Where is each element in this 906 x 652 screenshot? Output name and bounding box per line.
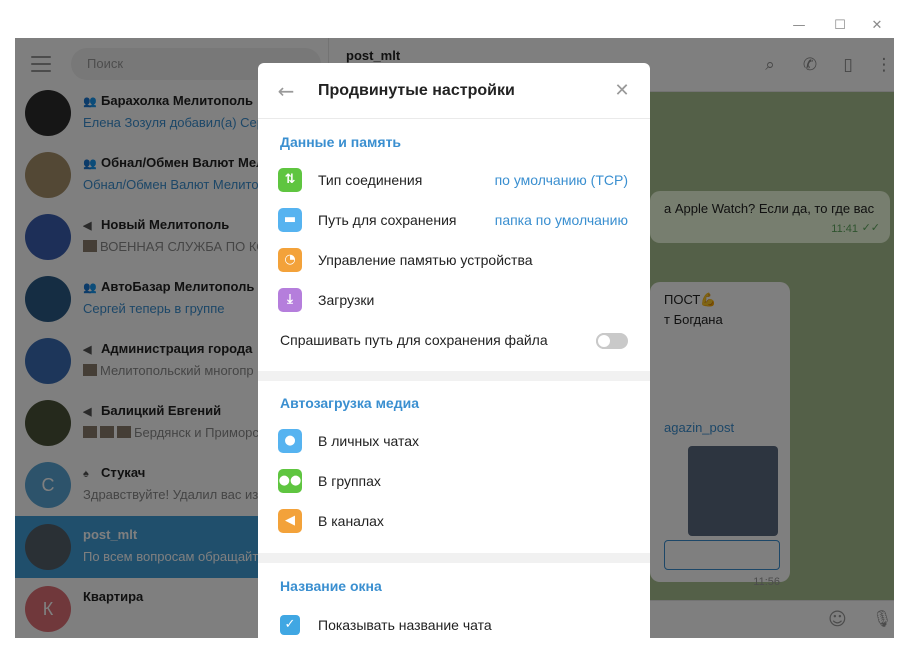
checkmark-icon[interactable]: ✓ bbox=[280, 615, 300, 635]
dialog-title: Продвинутые настройки bbox=[318, 82, 515, 99]
pie-chart-icon: ◔ bbox=[278, 248, 302, 272]
advanced-settings-dialog: ← Продвинутые настройки ✕ Данные и памят… bbox=[258, 63, 650, 638]
storage-management-row[interactable]: ◔ Управление памятью устройства bbox=[258, 240, 650, 280]
autoload-private-row[interactable]: ● В личных чатах bbox=[258, 421, 650, 461]
downloads-label: Загрузки bbox=[318, 292, 375, 308]
save-path-value: папка по умолчанию bbox=[494, 212, 628, 228]
autoload-channels-row[interactable]: ◀ В каналах bbox=[258, 501, 650, 541]
folder-icon: ▬ bbox=[278, 208, 302, 232]
autoload-channels-label: В каналах bbox=[318, 513, 384, 529]
storage-management-label: Управление памятью устройства bbox=[318, 252, 533, 268]
autoload-groups-label: В группах bbox=[318, 473, 381, 489]
autoload-groups-row[interactable]: ●● В группах bbox=[258, 461, 650, 501]
connection-type-row[interactable]: ⇅ Тип соединения по умолчанию (TCP) bbox=[258, 160, 650, 200]
section-title-data-memory: Данные и память bbox=[280, 134, 402, 150]
downloads-row[interactable]: ⤓ Загрузки bbox=[258, 280, 650, 320]
download-icon: ⤓ bbox=[278, 288, 302, 312]
connection-type-value: по умолчанию (TCP) bbox=[494, 172, 628, 188]
ask-save-path-toggle[interactable] bbox=[596, 333, 628, 349]
megaphone-icon: ◀ bbox=[278, 509, 302, 533]
section-title-window-name: Название окна bbox=[280, 578, 382, 594]
connection-arrows-icon: ⇅ bbox=[278, 168, 302, 192]
title-bar: — ☐ ✕ bbox=[15, 14, 894, 38]
section-divider bbox=[258, 371, 650, 381]
group-icon: ●● bbox=[278, 469, 302, 493]
ask-save-path-row[interactable]: Спрашивать путь для сохранения файла bbox=[258, 320, 650, 360]
section-title-autoload: Автозагрузка медиа bbox=[280, 395, 419, 411]
dialog-header: ← Продвинутые настройки ✕ bbox=[258, 63, 650, 119]
show-chat-name-row[interactable]: ✓ Показывать название чата bbox=[258, 605, 650, 638]
save-path-row[interactable]: ▬ Путь для сохранения папка по умолчанию bbox=[258, 200, 650, 240]
person-icon: ● bbox=[278, 429, 302, 453]
back-arrow-icon[interactable]: ← bbox=[274, 79, 298, 103]
close-window-button[interactable]: ✕ bbox=[860, 14, 894, 38]
close-icon[interactable]: ✕ bbox=[610, 79, 634, 103]
show-chat-name-label: Показывать название чата bbox=[318, 617, 492, 633]
section-divider bbox=[258, 553, 650, 563]
save-path-label: Путь для сохранения bbox=[318, 212, 457, 228]
ask-save-path-label: Спрашивать путь для сохранения файла bbox=[280, 332, 548, 348]
minimize-button[interactable]: — bbox=[782, 14, 816, 38]
autoload-private-label: В личных чатах bbox=[318, 433, 420, 449]
connection-type-label: Тип соединения bbox=[318, 172, 423, 188]
maximize-button[interactable]: ☐ bbox=[823, 14, 857, 38]
